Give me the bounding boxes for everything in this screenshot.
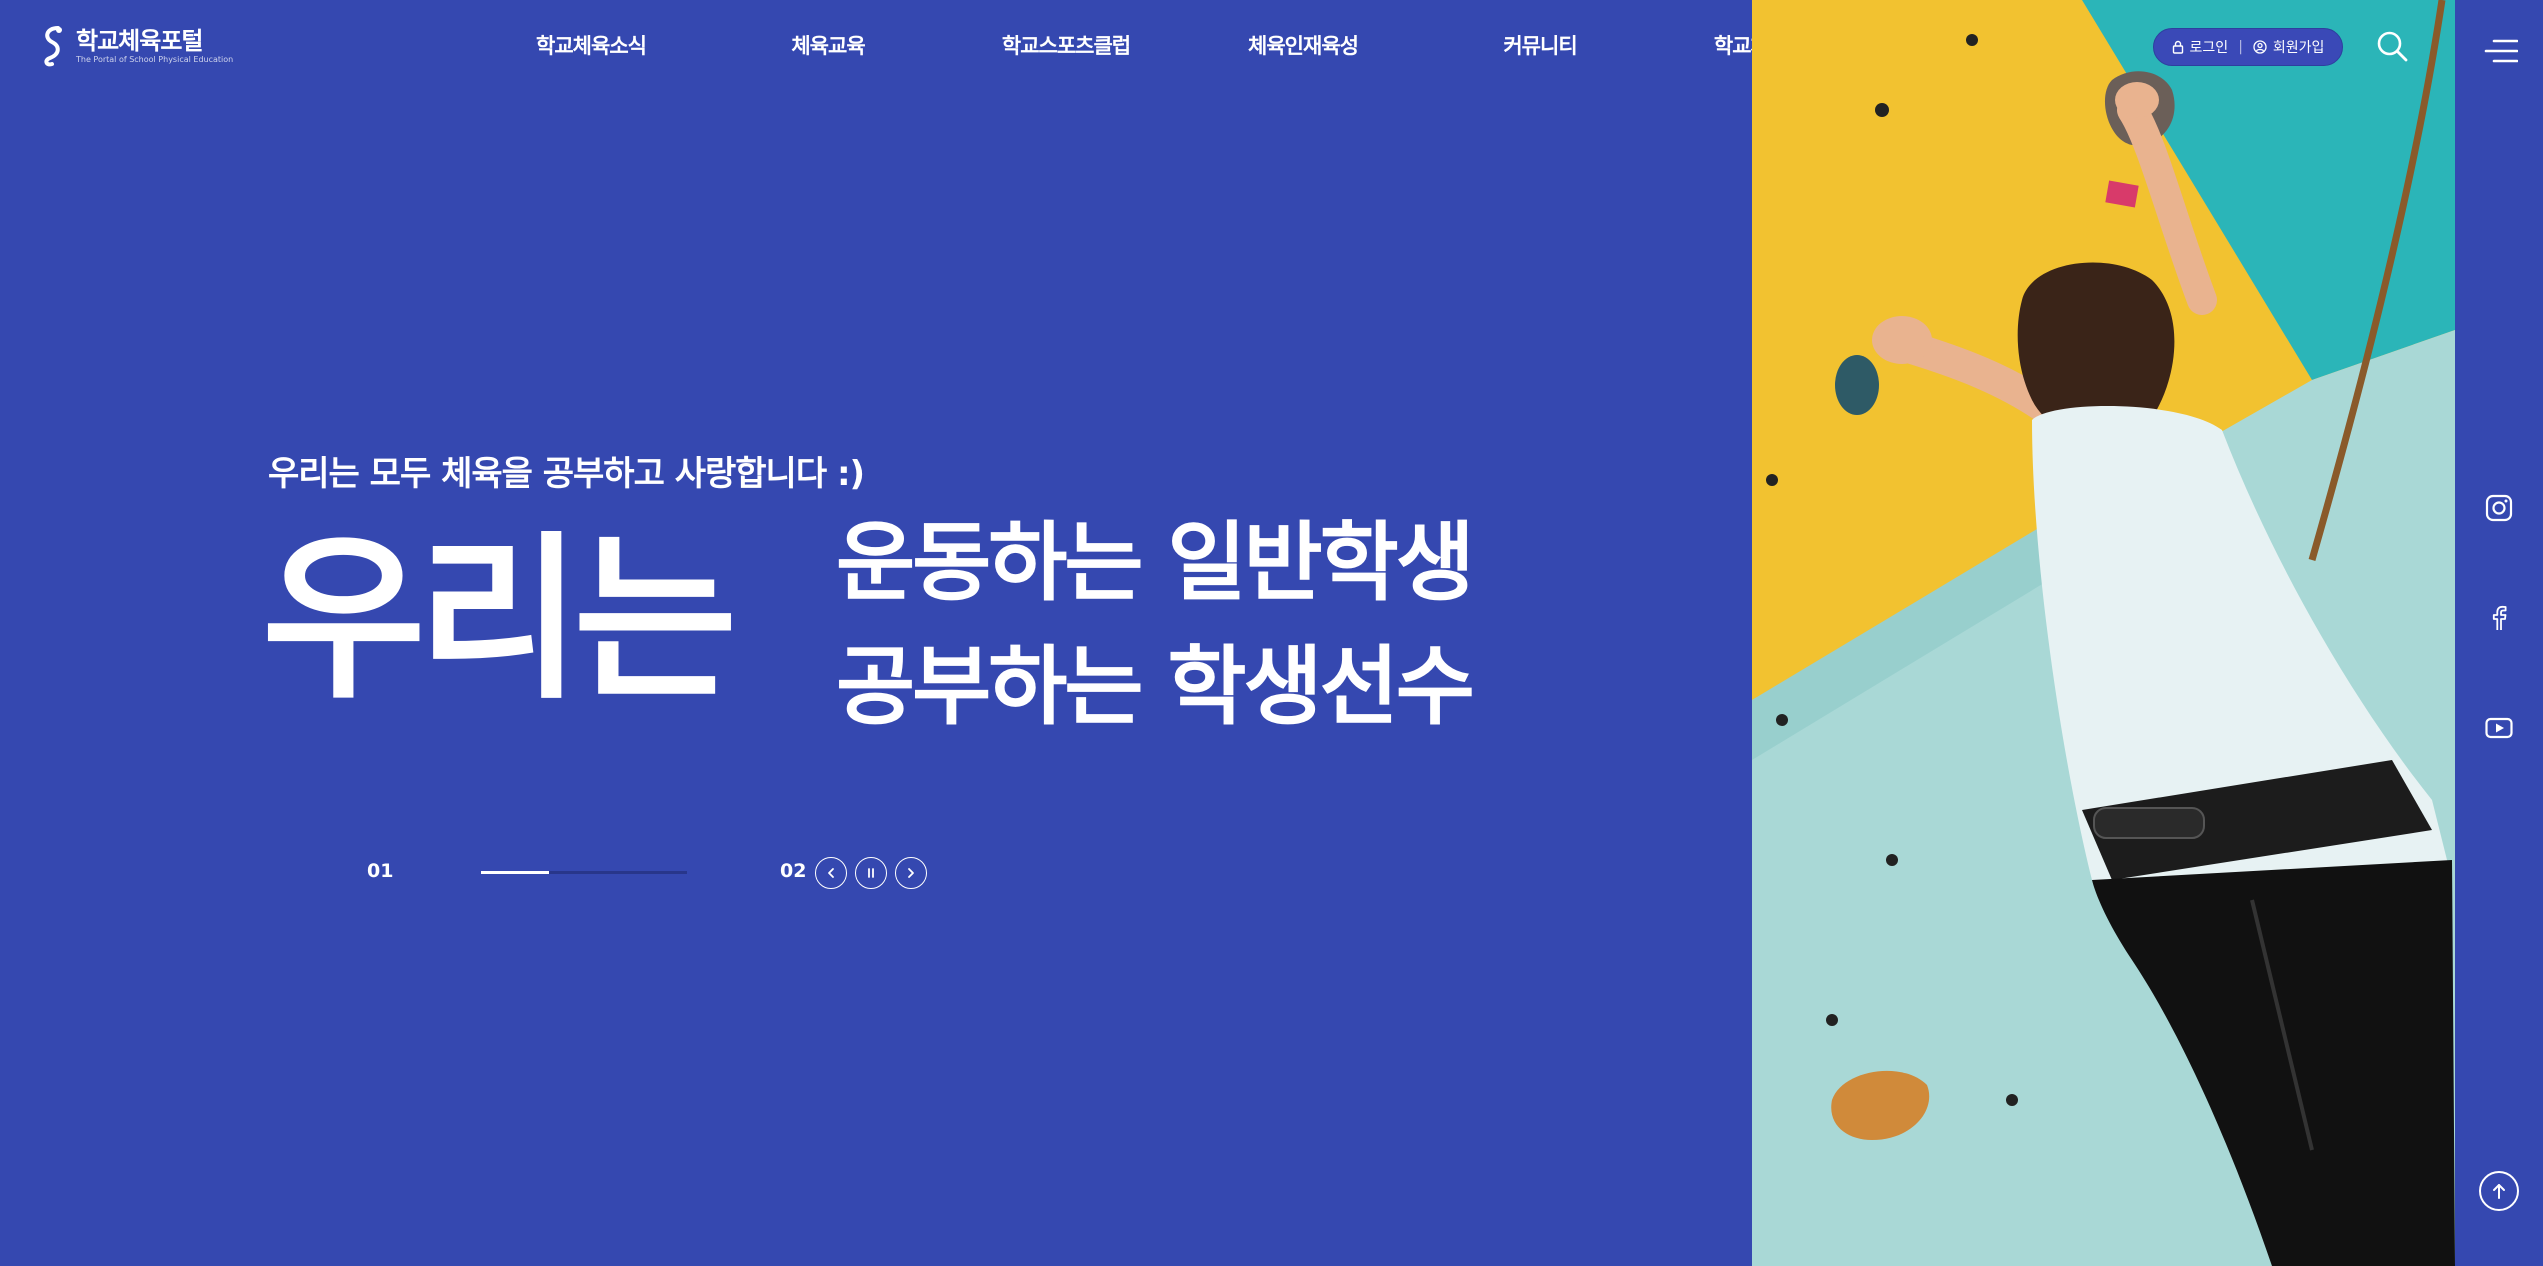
hero-line-1: 운동하는 일반학생 (836, 513, 1475, 613)
auth-pill: 로그인 | 회원가입 (2153, 28, 2343, 66)
youtube-icon[interactable] (2483, 712, 2515, 744)
user-circle-icon (2253, 40, 2267, 54)
search-icon[interactable] (2376, 30, 2408, 62)
slide-next-button[interactable] (895, 857, 927, 889)
hero-big-word: 우리는 (262, 516, 737, 723)
lock-icon (2172, 40, 2183, 54)
slide-progress-track (481, 871, 687, 874)
slide-prev-button[interactable] (815, 857, 847, 889)
signup-link[interactable]: 회원가입 (2253, 37, 2325, 57)
hero-line-2: 공부하는 학생선수 (836, 637, 1475, 737)
nav-item-community[interactable]: 커뮤니티 (1503, 30, 1577, 60)
nav-item-school-sports-club[interactable]: 학교스포츠클럽 (1002, 30, 1131, 60)
slide-current-number: 01 (367, 860, 394, 882)
login-label: 로그인 (2189, 40, 2229, 56)
auth-separator: | (2238, 39, 2243, 55)
login-link[interactable]: 로그인 (2172, 37, 2229, 57)
signup-label: 회원가입 (2272, 40, 2325, 56)
chevron-left-icon (828, 868, 834, 878)
nav-item-school-pe-news[interactable]: 학교체육소식 (536, 30, 647, 60)
hamburger-menu-icon[interactable] (2484, 38, 2518, 64)
instagram-icon[interactable] (2483, 492, 2515, 524)
facebook-icon[interactable] (2483, 602, 2515, 634)
slide-total-number: 02 (780, 860, 807, 882)
nav-item-talent-development[interactable]: 체육인재육성 (1248, 30, 1359, 60)
scroll-top-button[interactable] (2479, 1171, 2519, 1211)
pause-icon (868, 868, 874, 878)
hero-photo (1752, 0, 2455, 1266)
arrow-up-icon (2493, 1184, 2505, 1199)
nav-item-pe-education[interactable]: 체육교육 (791, 30, 865, 60)
chevron-right-icon (908, 868, 914, 878)
slide-progress-fill (481, 871, 549, 874)
slide-pause-button[interactable] (855, 857, 887, 889)
hero-tagline: 우리는 모두 체육을 공부하고 사랑합니다 :) (268, 454, 865, 494)
